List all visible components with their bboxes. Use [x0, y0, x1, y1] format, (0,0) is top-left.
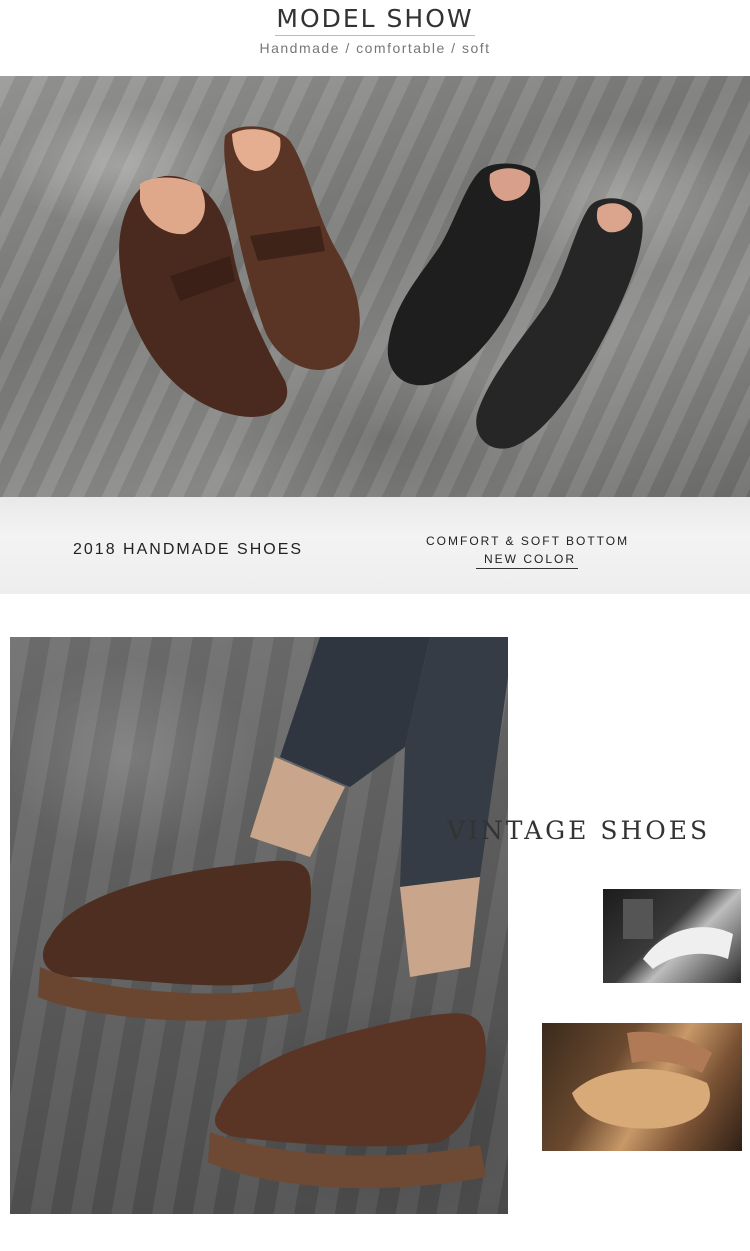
page-title: MODEL SHOW — [276, 4, 474, 33]
sewing-illustration — [623, 899, 733, 969]
page-header: MODEL SHOW Handmade / comfortable / soft — [0, 0, 750, 76]
banner-new-color: NEW COLOR — [484, 552, 577, 566]
banner-tagline: COMFORT & SOFT BOTTOM — [426, 534, 630, 548]
page-subtitle: Handmade / comfortable / soft — [259, 40, 491, 56]
crafting-illustration — [572, 1031, 712, 1129]
section-heading: VINTAGE SHOES — [447, 816, 711, 845]
sewing-detail-image — [603, 889, 741, 983]
right-ankle — [400, 877, 480, 977]
model-illustration — [38, 637, 508, 1189]
crafting-detail-image — [542, 1023, 742, 1151]
new-color-underline — [476, 568, 578, 569]
banner-headline: 2018 HANDMADE SHOES — [73, 541, 304, 558]
promo-banner: 2018 HANDMADE SHOES COMFORT & SOFT BOTTO… — [0, 497, 750, 594]
hero-shoes-image — [0, 76, 750, 497]
hero-shoes-illustration — [119, 126, 643, 449]
model-wearing-shoes-image — [10, 637, 508, 1214]
lower-shoe — [215, 1013, 486, 1147]
upper-shoe — [42, 860, 311, 986]
title-divider — [275, 35, 475, 36]
